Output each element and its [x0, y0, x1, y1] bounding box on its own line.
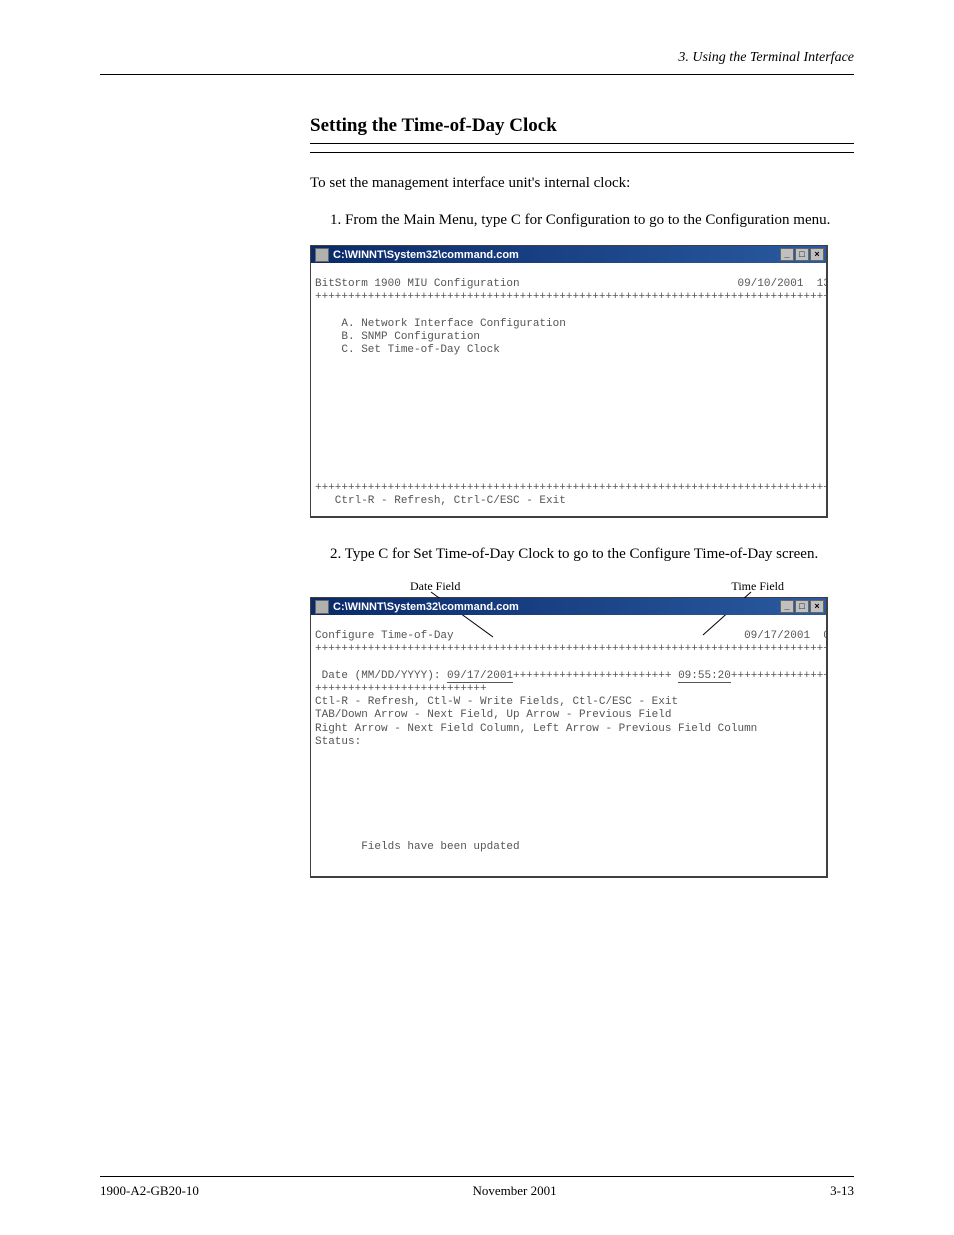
app-icon [315, 600, 329, 614]
maximize-button[interactable]: □ [795, 600, 809, 613]
divider-row: ++++++++++++++++++++++++++++++++++++++++… [315, 482, 826, 494]
screenshot-config-menu: C:\WINNT\System32\command.com _ □ × BitS… [310, 245, 828, 518]
status-label: Status: [315, 736, 361, 748]
footer-hint: Ctrl-R - Refresh, Ctrl-C/ESC - Exit [315, 495, 566, 507]
footer-rule [100, 1176, 854, 1177]
blank-row [315, 657, 322, 669]
annotation-row: Date Field Time Field [310, 579, 854, 597]
section-title: Setting the Time-of-Day Clock [310, 115, 854, 144]
menu-item-b: B. SNMP Configuration [315, 331, 480, 343]
time-field-label: Time Field [731, 579, 784, 594]
app-icon [315, 248, 329, 262]
divider-row: ++++++++++++++++++++++++++++++++++++++++… [315, 291, 826, 303]
page: 3. Using the Terminal Interface Setting … [0, 0, 954, 1235]
section-underline [310, 152, 854, 153]
titlebar-text: C:\WINNT\System32\command.com [333, 601, 519, 613]
status-message: Fields have been updated [315, 841, 520, 853]
step-number: 2. [330, 546, 341, 562]
close-button[interactable]: × [810, 600, 824, 613]
content-column: Setting the Time-of-Day Clock To set the… [310, 115, 854, 878]
titlebar: C:\WINNT\System32\command.com _ □ × [311, 246, 826, 263]
titlebar-text: C:\WINNT\System32\command.com [333, 249, 519, 261]
help-line: Right Arrow - Next Field Column, Left Ar… [315, 723, 757, 735]
terminal-body: Configure Time-of-Day 09/17/2001 09:57:1… [311, 615, 826, 874]
terminal-body: BitStorm 1900 MIU Configuration 09/10/20… [311, 263, 826, 514]
step-text: From the Main Menu, type C for Configura… [341, 212, 830, 228]
menu-item-c: C. Set Time-of-Day Clock [315, 344, 500, 356]
time-field[interactable]: 09:55:20 [678, 670, 731, 683]
minimize-button[interactable]: _ [780, 600, 794, 613]
divider-row: ++++++++++++++++++++++++++++++++++++++++… [315, 643, 826, 655]
date-field-label: Date Field [410, 579, 460, 594]
minimize-button[interactable]: _ [780, 248, 794, 261]
screen-header: Configure Time-of-Day 09/17/2001 09:57:1… [315, 630, 826, 642]
date-field[interactable]: 09/17/2001 [447, 670, 513, 683]
close-button[interactable]: × [810, 248, 824, 261]
running-header: 3. Using the Terminal Interface [100, 50, 854, 66]
help-line: Ctl-R - Refresh, Ctl-W - Write Fields, C… [315, 696, 678, 708]
step-text: Type C for Set Time-of-Day Clock to go t… [341, 546, 818, 562]
maximize-button[interactable]: □ [795, 248, 809, 261]
doc-id: 1900-A2-GB20-10 [100, 1183, 199, 1199]
step-number: 1. [330, 212, 341, 228]
screenshot-time-of-day: C:\WINNT\System32\command.com _ □ × Conf… [310, 597, 828, 878]
titlebar: C:\WINNT\System32\command.com _ □ × [311, 598, 826, 615]
help-line: TAB/Down Arrow - Next Field, Up Arrow - … [315, 709, 671, 721]
divider-row: ++++++++++++++++++++++++++ [315, 683, 487, 695]
doc-date: November 2001 [472, 1183, 556, 1199]
window-controls: _ □ × [779, 600, 824, 613]
date-row: Date (MM/DD/YYYY): 09/17/2001+++++++++++… [315, 670, 826, 683]
screen-header: BitStorm 1900 MIU Configuration 09/10/20… [315, 278, 826, 290]
page-footer: 1900-A2-GB20-10 November 2001 3-13 [0, 1146, 954, 1235]
step-1: 1. From the Main Menu, type C for Config… [330, 210, 854, 231]
window-controls: _ □ × [779, 248, 824, 261]
intro-text: To set the management interface unit's i… [310, 173, 854, 194]
step-2: 2. Type C for Set Time-of-Day Clock to g… [330, 544, 854, 565]
header-rule [100, 74, 854, 75]
page-number: 3-13 [830, 1183, 854, 1199]
menu-item-a: A. Network Interface Configuration [315, 318, 566, 330]
